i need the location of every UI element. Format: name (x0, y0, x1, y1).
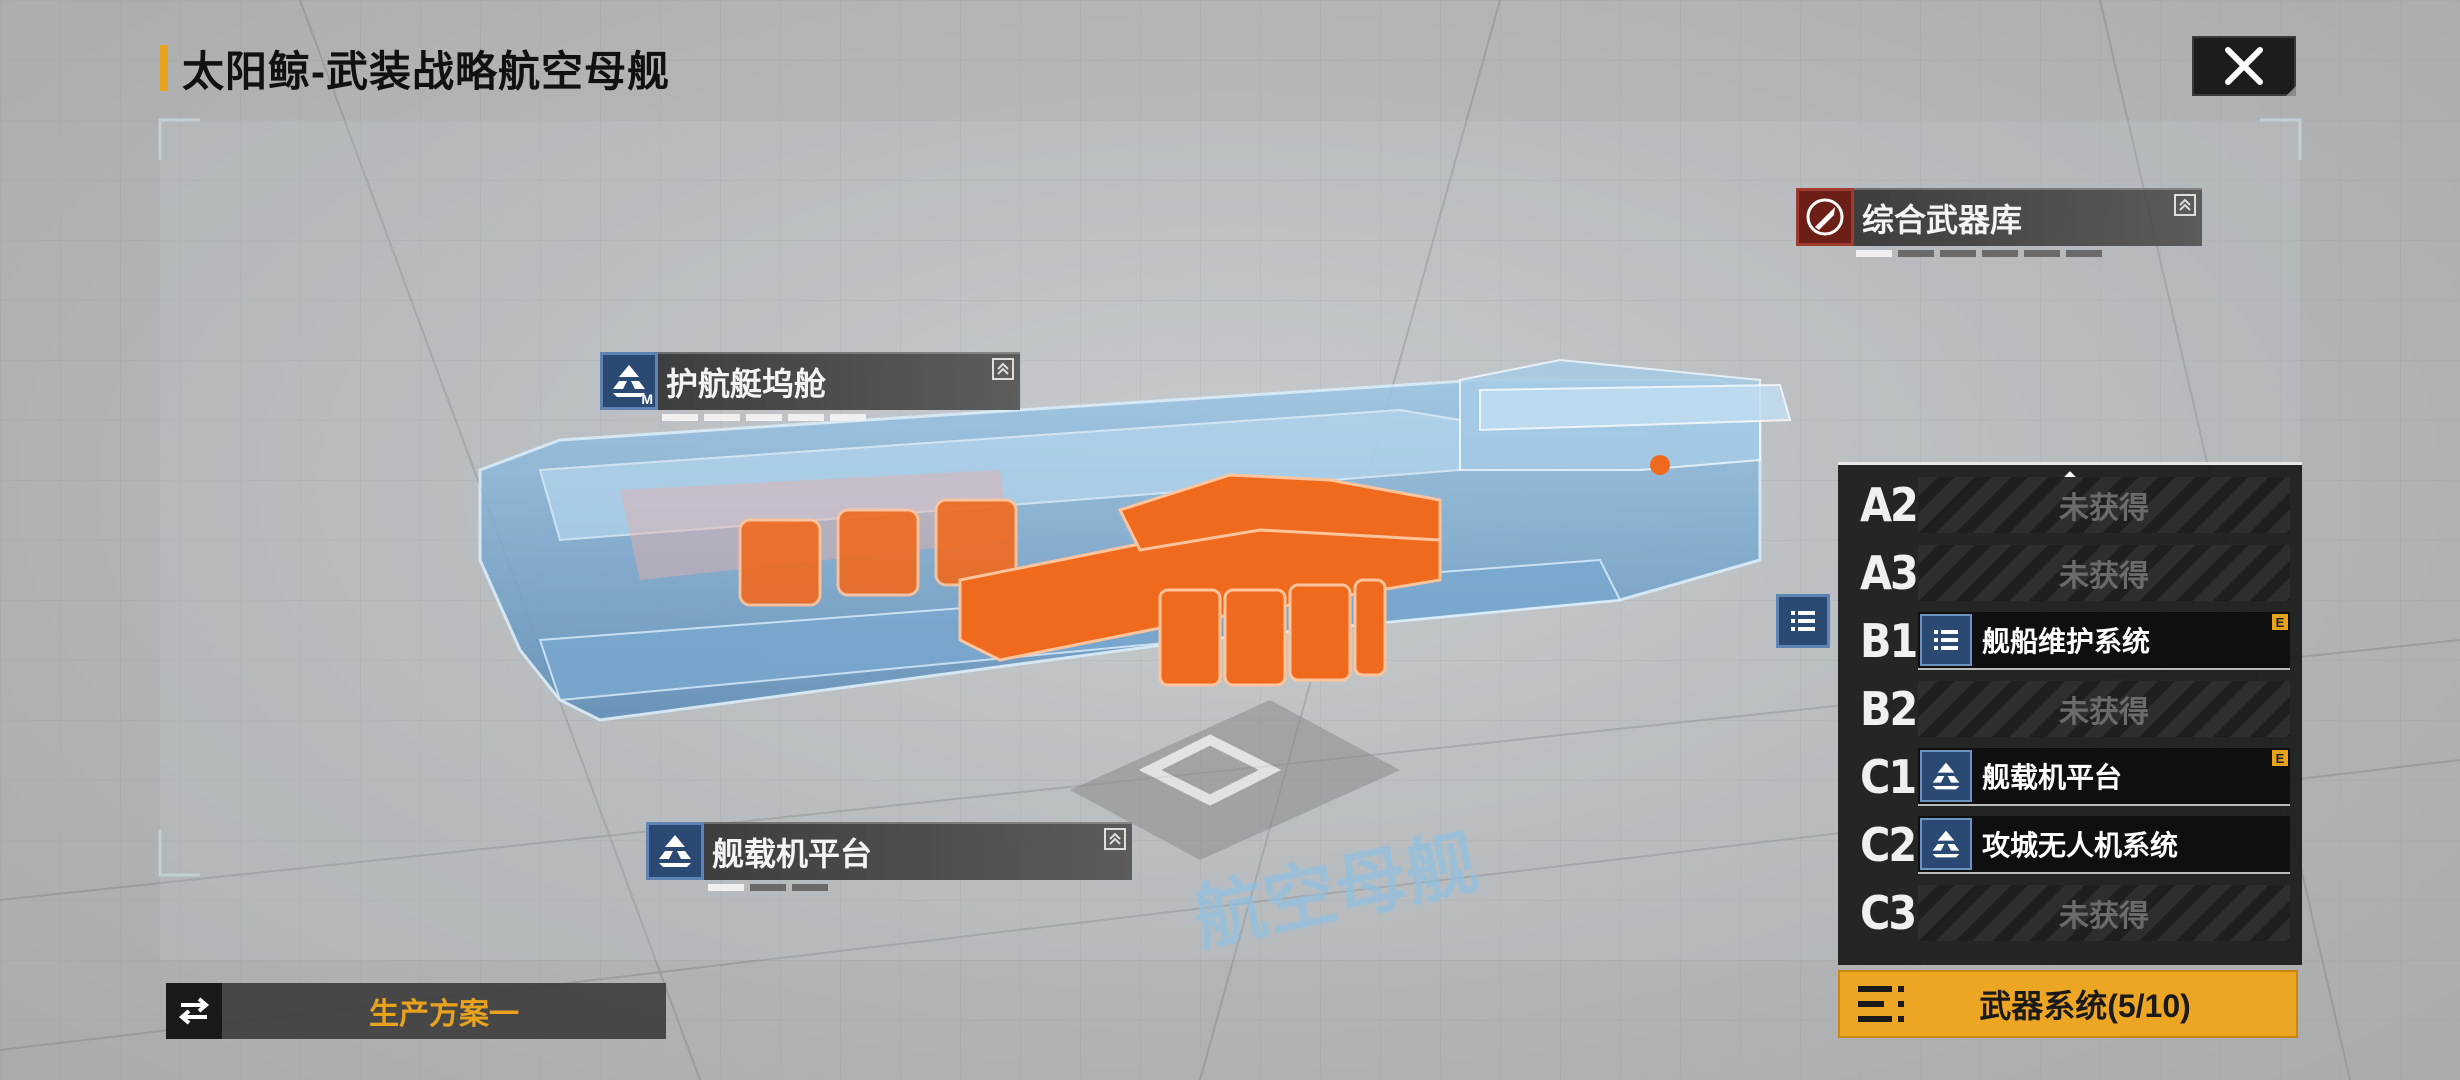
list-icon[interactable] (1776, 594, 1830, 648)
swap-icon[interactable] (166, 983, 222, 1039)
slot-row[interactable]: B1 舰船维护系统 E (1838, 611, 2302, 671)
slot-row[interactable]: C2 攻城无人机系统 (1838, 815, 2302, 875)
slot-empty: 未获得 (1918, 681, 2290, 737)
slot-empty: 未获得 (1918, 545, 2290, 601)
slot-item-name: 攻城无人机系统 (1982, 830, 2179, 861)
carrier-icon (1920, 750, 1972, 802)
slot-empty: 未获得 (1918, 477, 2290, 533)
weapon-slot-panel[interactable]: A2 未获得 A3 未获得 B1 舰船维护系统 E B2 未获得 C1 舰载机平… (1838, 462, 2302, 965)
slot-row[interactable]: C1 舰载机平台 E (1838, 747, 2302, 807)
module-name: 护航艇坞舱 (666, 366, 827, 402)
module-label-arsenal[interactable]: 综合武器库 (1796, 188, 2202, 246)
menu-icon (1858, 986, 1904, 1022)
module-name: 综合武器库 (1862, 202, 2023, 238)
slot-row[interactable]: A2 未获得 (1838, 475, 2302, 535)
module-level-dots (662, 414, 866, 421)
weapon-system-button[interactable]: 武器系统(5/10) (1838, 970, 2298, 1038)
page-title: 太阳鲸-武装战略航空母舰 (182, 47, 670, 95)
module-label-escort-dock[interactable]: M 护航艇坞舱 (600, 352, 1020, 410)
module-tag: M (641, 391, 653, 407)
carrier-icon (646, 822, 704, 880)
production-plan-button[interactable]: 生产方案一 (166, 983, 666, 1039)
slot-equipped[interactable]: 攻城无人机系统 (1918, 816, 2290, 874)
slot-row[interactable]: C3 未获得 (1838, 883, 2302, 943)
title-bar: 太阳鲸-武装战略航空母舰 (160, 38, 670, 98)
slot-row[interactable]: A3 未获得 (1838, 543, 2302, 603)
slot-empty: 未获得 (1918, 885, 2290, 941)
module-label-carrier-platform[interactable]: 舰载机平台 (646, 822, 1132, 880)
weapon-system-label: 武器系统(5/10) (1979, 988, 2191, 1024)
production-plan-label: 生产方案一 (222, 983, 666, 1039)
chevron-up-icon[interactable] (2174, 194, 2196, 216)
chevron-up-icon[interactable] (1104, 828, 1126, 850)
missile-icon (1796, 188, 1854, 246)
equipped-badge: E (2272, 750, 2288, 766)
carrier-icon (1920, 818, 1972, 870)
slot-item-name: 舰载机平台 (1982, 762, 2123, 793)
chevron-up-icon[interactable] (992, 358, 1014, 380)
slot-item-name: 舰船维护系统 (1982, 626, 2151, 657)
close-button[interactable] (2192, 36, 2296, 96)
carrier-icon: M (600, 352, 658, 410)
close-icon (2225, 47, 2263, 85)
title-accent (160, 45, 168, 91)
module-level-dots (708, 884, 828, 891)
module-level-dots (1856, 250, 2102, 257)
slot-equipped[interactable]: 舰船维护系统 E (1918, 612, 2290, 670)
equipped-badge: E (2272, 614, 2288, 630)
module-name: 舰载机平台 (712, 836, 873, 872)
slot-equipped[interactable]: 舰载机平台 E (1918, 748, 2290, 806)
list-icon (1920, 614, 1972, 666)
slot-row[interactable]: B2 未获得 (1838, 679, 2302, 739)
